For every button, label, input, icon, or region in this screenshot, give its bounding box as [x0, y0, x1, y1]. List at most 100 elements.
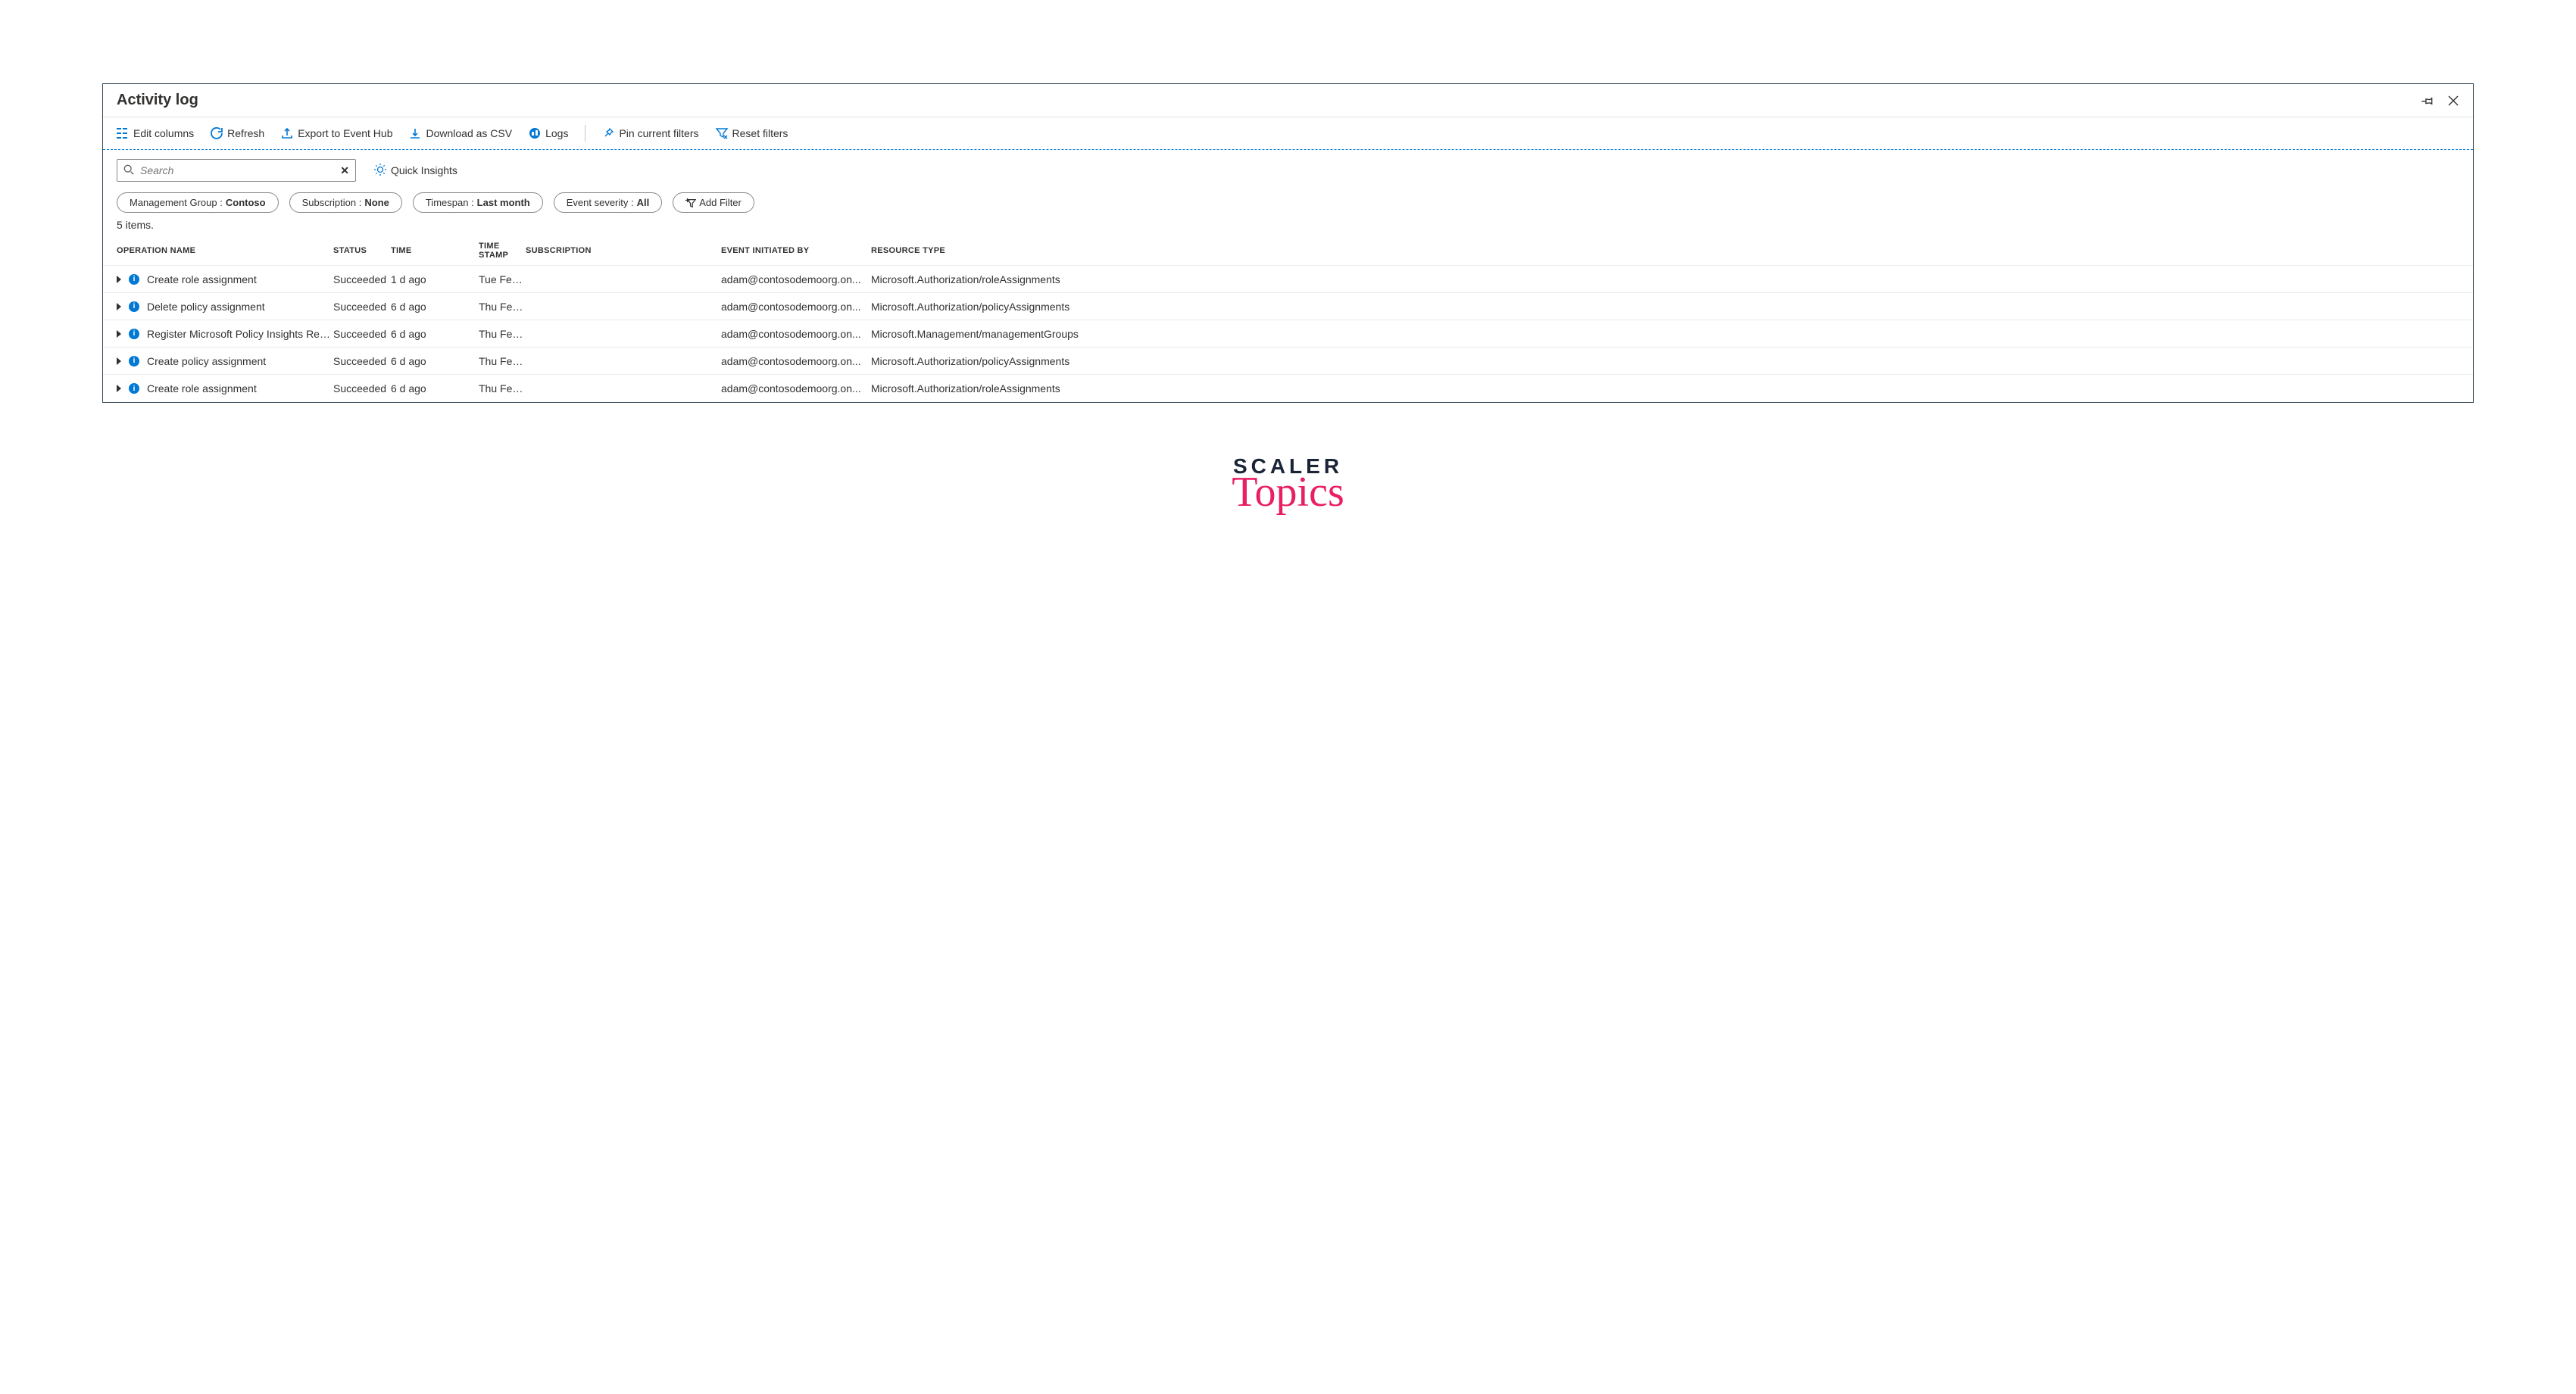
cell-timestamp: Thu Feb 14 2...: [479, 301, 526, 313]
filter-reset-icon: [716, 127, 728, 139]
pill-ts-value: Last month: [477, 197, 530, 208]
cell-time: 6 d ago: [391, 328, 479, 340]
logs-label: Logs: [545, 127, 568, 139]
cell-initiated-by: adam@contosodemoorg.on...: [721, 273, 871, 285]
cell-resource-type: Microsoft.Authorization/roleAssignments: [871, 273, 1098, 285]
quick-insights-label: Quick Insights: [391, 164, 457, 176]
cell-timestamp: Thu Feb 14 2...: [479, 382, 526, 394]
col-time[interactable]: Time: [391, 246, 479, 255]
add-filter-button[interactable]: Add Filter: [673, 192, 754, 213]
expand-caret-icon[interactable]: [117, 276, 121, 283]
expand-caret-icon[interactable]: [117, 357, 121, 365]
branding: SCALER Topics: [102, 456, 2474, 513]
branding-topics: Topics: [102, 471, 2474, 513]
pin-filters-button[interactable]: Pin current filters: [602, 127, 698, 139]
cell-initiated-by: adam@contosodemoorg.on...: [721, 328, 871, 340]
pin-filters-icon: [602, 127, 614, 139]
info-icon: i: [129, 383, 139, 394]
download-label: Download as CSV: [426, 127, 512, 139]
pill-sub-value: None: [364, 197, 389, 208]
reset-filters-button[interactable]: Reset filters: [716, 127, 788, 139]
export-label: Export to Event Hub: [298, 127, 392, 139]
cell-resource-type: Microsoft.Authorization/policyAssignment…: [871, 301, 1098, 313]
cell-status: Succeeded: [333, 355, 391, 367]
cell-operation: Create role assignment: [147, 382, 257, 394]
clear-search-icon[interactable]: ✕: [340, 164, 349, 177]
cell-operation: Delete policy assignment: [147, 301, 265, 313]
page-title: Activity log: [117, 92, 2421, 109]
cell-timestamp: Thu Feb 14 2...: [479, 355, 526, 367]
close-icon[interactable]: [2447, 95, 2459, 107]
cell-time: 6 d ago: [391, 301, 479, 313]
pill-sub-label: Subscription :: [302, 197, 362, 208]
cell-timestamp: Thu Feb 14 2...: [479, 328, 526, 340]
col-timestamp[interactable]: Time Stamp: [479, 242, 526, 260]
pill-ts-label: Timespan :: [426, 197, 474, 208]
filter-pill-timespan[interactable]: Timespan : Last month: [413, 192, 543, 213]
expand-caret-icon[interactable]: [117, 385, 121, 392]
cell-timestamp: Tue Feb 19 2...: [479, 273, 526, 285]
info-icon: i: [129, 329, 139, 339]
cell-time: 6 d ago: [391, 382, 479, 394]
filter-pill-severity[interactable]: Event severity : All: [554, 192, 663, 213]
refresh-button[interactable]: Refresh: [211, 127, 264, 139]
activity-table: Operation Name Status Time Time Stamp Su…: [103, 235, 2473, 402]
info-icon: i: [129, 301, 139, 312]
pill-mg-value: Contoso: [226, 197, 266, 208]
cell-status: Succeeded: [333, 301, 391, 313]
cell-status: Succeeded: [333, 273, 391, 285]
cell-resource-type: Microsoft.Authorization/policyAssignment…: [871, 355, 1098, 367]
search-input[interactable]: [139, 164, 336, 177]
quick-insights-button[interactable]: Quick Insights: [374, 164, 457, 178]
export-icon: [281, 127, 293, 139]
col-subscription[interactable]: Subscription: [526, 246, 721, 255]
search-input-container[interactable]: ✕: [117, 159, 356, 182]
info-icon: i: [129, 274, 139, 285]
expand-caret-icon[interactable]: [117, 330, 121, 338]
export-event-hub-button[interactable]: Export to Event Hub: [281, 127, 392, 139]
cell-operation: Register Microsoft Policy Insights Resou…: [147, 328, 333, 340]
edit-columns-button[interactable]: Edit columns: [117, 127, 194, 139]
logs-button[interactable]: Logs: [529, 127, 568, 139]
cell-initiated-by: adam@contosodemoorg.on...: [721, 301, 871, 313]
table-row[interactable]: i Register Microsoft Policy Insights Reso…: [103, 320, 2473, 348]
add-filter-icon: [685, 198, 696, 208]
cell-time: 1 d ago: [391, 273, 479, 285]
col-resource-type[interactable]: Resource Type: [871, 246, 1098, 255]
search-icon: [123, 164, 134, 177]
pin-icon[interactable]: [2421, 95, 2434, 107]
activity-log-panel: Activity log Edit columns Refresh: [102, 83, 2474, 403]
filter-pill-subscription[interactable]: Subscription : None: [289, 192, 402, 213]
add-filter-label: Add Filter: [699, 197, 742, 208]
cell-initiated-by: adam@contosodemoorg.on...: [721, 382, 871, 394]
cell-operation: Create policy assignment: [147, 355, 266, 367]
table-row[interactable]: i Create policy assignment Succeeded6 d ag…: [103, 348, 2473, 375]
filter-pill-management-group[interactable]: Management Group : Contoso: [117, 192, 279, 213]
pill-mg-label: Management Group :: [130, 197, 223, 208]
refresh-icon: [211, 127, 223, 139]
cell-resource-type: Microsoft.Management/managementGroups: [871, 328, 1098, 340]
edit-columns-label: Edit columns: [133, 127, 194, 139]
cell-status: Succeeded: [333, 382, 391, 394]
table-row[interactable]: i Create role assignment Succeeded1 d agoT…: [103, 266, 2473, 293]
cell-status: Succeeded: [333, 328, 391, 340]
cell-operation: Create role assignment: [147, 273, 257, 285]
cell-initiated-by: adam@contosodemoorg.on...: [721, 355, 871, 367]
col-operation[interactable]: Operation Name: [117, 246, 333, 255]
cell-time: 6 d ago: [391, 355, 479, 367]
refresh-label: Refresh: [227, 127, 264, 139]
pill-sev-label: Event severity :: [567, 197, 634, 208]
download-csv-button[interactable]: Download as CSV: [409, 127, 512, 139]
result-count: 5 items.: [103, 219, 2473, 235]
pin-filters-label: Pin current filters: [619, 127, 698, 139]
info-icon: i: [129, 356, 139, 366]
pill-sev-value: All: [637, 197, 650, 208]
cell-resource-type: Microsoft.Authorization/roleAssignments: [871, 382, 1098, 394]
table-row[interactable]: i Delete policy assignment Succeeded6 d ag…: [103, 293, 2473, 320]
col-initiated-by[interactable]: Event Initiated By: [721, 246, 871, 255]
table-row[interactable]: i Create role assignment Succeeded6 d agoT…: [103, 375, 2473, 402]
columns-icon: [117, 128, 129, 139]
col-status[interactable]: Status: [333, 246, 391, 255]
expand-caret-icon[interactable]: [117, 303, 121, 310]
download-icon: [409, 127, 421, 139]
